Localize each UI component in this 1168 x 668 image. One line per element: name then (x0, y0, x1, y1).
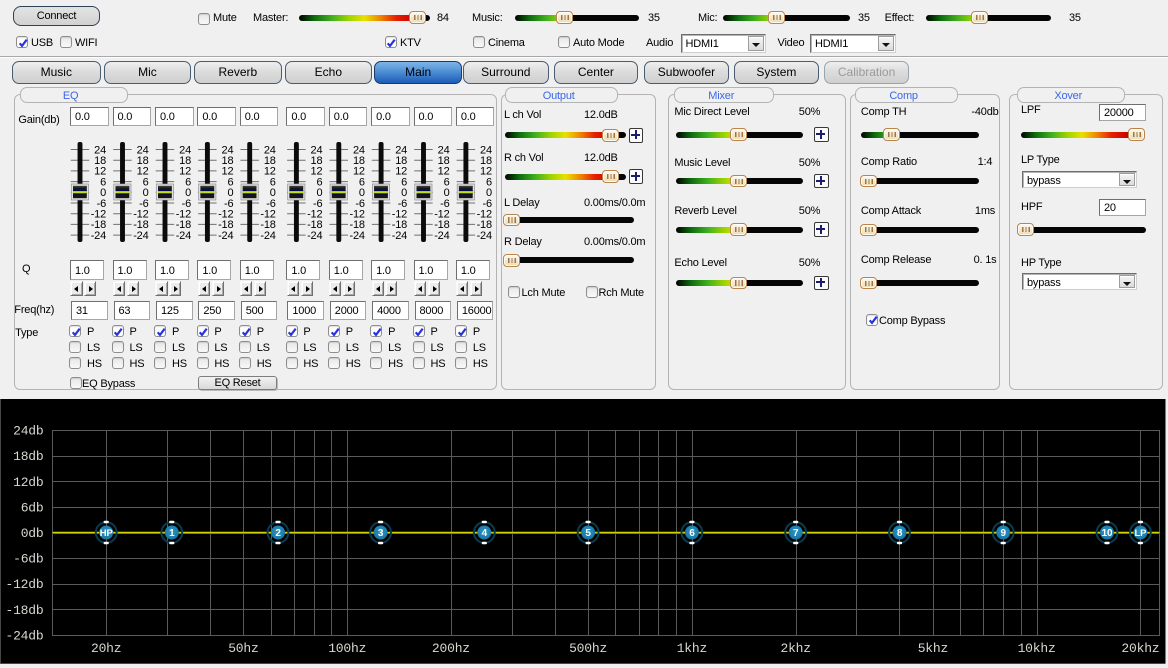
svg-text:-24db: -24db (5, 629, 43, 644)
svg-text:8: 8 (897, 528, 903, 539)
svg-text:24db: 24db (13, 424, 43, 439)
svg-text:500hz: 500hz (569, 641, 607, 656)
svg-text:-6db: -6db (13, 552, 43, 567)
svg-text:LP: LP (1135, 528, 1148, 539)
svg-text:3: 3 (378, 528, 384, 539)
svg-text:1khz: 1khz (677, 641, 707, 656)
svg-text:0db: 0db (21, 526, 44, 541)
svg-text:HP: HP (100, 528, 114, 539)
svg-text:50hz: 50hz (228, 641, 258, 656)
svg-text:10khz: 10khz (1018, 641, 1056, 656)
svg-text:200hz: 200hz (432, 641, 470, 656)
svg-text:6: 6 (689, 528, 695, 539)
svg-text:18db: 18db (13, 449, 43, 464)
svg-text:10: 10 (1102, 528, 1113, 539)
svg-text:1: 1 (169, 528, 175, 539)
svg-text:20hz: 20hz (91, 641, 121, 656)
svg-text:-18db: -18db (5, 603, 43, 618)
svg-text:2khz: 2khz (780, 641, 810, 656)
svg-text:5khz: 5khz (918, 641, 948, 656)
svg-text:5: 5 (585, 528, 591, 539)
svg-text:6db: 6db (21, 500, 44, 515)
svg-text:9: 9 (1001, 528, 1007, 539)
svg-text:-12db: -12db (5, 577, 43, 592)
svg-text:20khz: 20khz (1121, 641, 1159, 656)
svg-text:4: 4 (482, 528, 488, 539)
svg-text:2: 2 (275, 528, 281, 539)
svg-text:100hz: 100hz (328, 641, 366, 656)
svg-text:7: 7 (793, 528, 799, 539)
svg-text:12db: 12db (13, 475, 43, 490)
